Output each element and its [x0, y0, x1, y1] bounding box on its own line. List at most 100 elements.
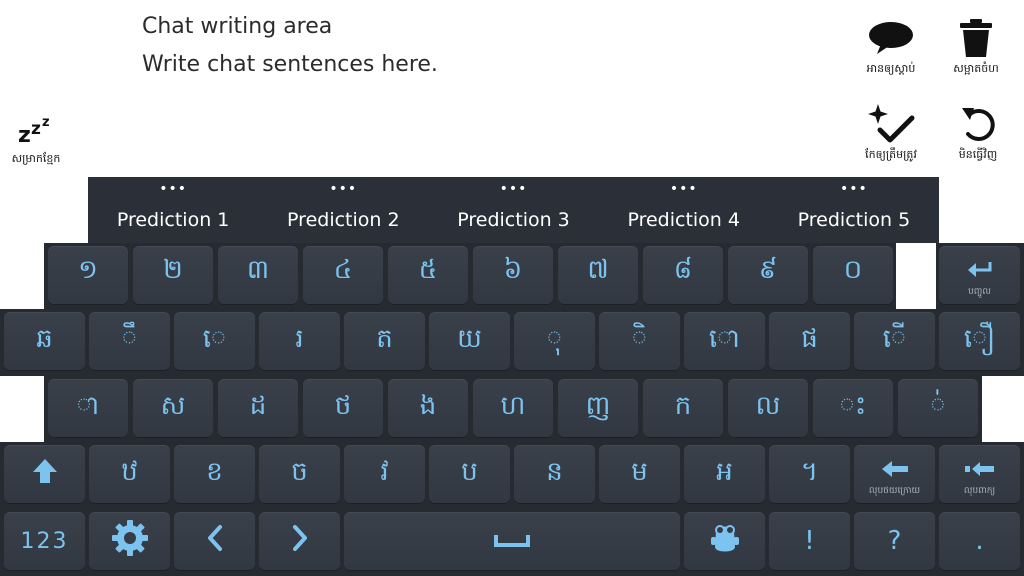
prediction-options-icon[interactable]: •••: [88, 181, 258, 197]
key-letter[interactable]: ើ: [854, 312, 935, 370]
key-letter[interactable]: ន: [514, 445, 595, 503]
backspace-arrow-icon: [880, 456, 910, 486]
speak-button[interactable]: អានឲ្យស្ដាប់: [865, 16, 917, 78]
key-letter[interactable]: អ: [684, 445, 765, 503]
key-letter[interactable]: ះ: [813, 379, 893, 437]
backspace-label: លុបថយក្រោយ: [868, 486, 921, 496]
key-letter[interactable]: ង: [388, 379, 468, 437]
chevron-right-icon: [290, 524, 310, 559]
prediction-bar: ••• Prediction 1 ••• Prediction 2 ••• Pr…: [88, 177, 939, 243]
key-letter[interactable]: រ: [259, 312, 340, 370]
key-letter[interactable]: ល: [728, 379, 808, 437]
prediction-label: Prediction 3: [457, 209, 570, 231]
chat-area-title: Chat writing area: [142, 14, 333, 39]
correct-label: កែឲ្យត្រឹមត្រូវ: [865, 148, 917, 161]
sparkle-check-icon: [865, 102, 917, 146]
enter-key[interactable]: បញ្ចូល: [939, 246, 1020, 304]
shift-arrow-icon: [31, 457, 59, 492]
shift-key[interactable]: [4, 445, 85, 503]
key-letter[interactable]: ុ: [514, 312, 595, 370]
prediction-options-icon[interactable]: •••: [258, 181, 428, 197]
backspace-key[interactable]: លុបថយក្រោយ: [854, 445, 935, 503]
key-letter[interactable]: ត: [344, 312, 425, 370]
key-digit[interactable]: ៧: [558, 246, 638, 304]
key-letter[interactable]: ផ: [769, 312, 850, 370]
key-digit[interactable]: ៩: [728, 246, 808, 304]
prediction-label: Prediction 4: [627, 209, 740, 231]
clear-label: សម្អាតចំហ: [953, 62, 999, 75]
space-bar-icon: [492, 526, 532, 556]
key-letter[interactable]: េ: [174, 312, 255, 370]
key-letter[interactable]: ិ: [599, 312, 680, 370]
delete-word-key[interactable]: លុបពាក្យ: [939, 445, 1020, 503]
undo-button[interactable]: មិនធ្វើវិញ: [952, 102, 1004, 164]
undo-label: មិនធ្វើវិញ: [958, 148, 998, 161]
speech-bubble-icon: [865, 16, 917, 60]
clear-button[interactable]: សម្អាតចំហ: [950, 16, 1002, 78]
numbers-key[interactable]: 123: [4, 512, 85, 570]
enter-label: បញ្ចូល: [968, 287, 991, 297]
key-letter[interactable]: ា: [48, 379, 128, 437]
delete-word-label: លុបពាក្យ: [963, 486, 996, 496]
prediction-2[interactable]: ••• Prediction 2: [258, 177, 428, 243]
prediction-label: Prediction 5: [797, 209, 911, 231]
chat-input-area[interactable]: Write chat sentences here.: [142, 52, 438, 77]
prediction-3[interactable]: ••• Prediction 3: [428, 177, 598, 243]
key-digit[interactable]: ២: [133, 246, 213, 304]
prediction-4[interactable]: ••• Prediction 4: [599, 177, 769, 243]
prediction-1[interactable]: ••• Prediction 1: [88, 177, 258, 243]
sleep-button[interactable]: z z z សម្រាកខ្មែក: [10, 106, 62, 168]
key-letter[interactable]: ដ: [218, 379, 298, 437]
gear-icon: [110, 518, 150, 565]
emoji-key[interactable]: [684, 512, 765, 570]
prediction-5[interactable]: ••• Prediction 5: [769, 177, 939, 243]
key-letter[interactable]: ។: [769, 445, 850, 503]
enter-arrow-icon: [966, 257, 994, 287]
prediction-label: Prediction 1: [116, 209, 230, 231]
key-digit[interactable]: ៤: [303, 246, 383, 304]
prediction-options-icon[interactable]: •••: [428, 181, 598, 197]
exclamation-key[interactable]: !: [769, 512, 850, 570]
space-key[interactable]: [344, 512, 680, 570]
correct-button[interactable]: កែឲ្យត្រឹមត្រូវ: [865, 102, 917, 164]
delete-word-icon: [964, 456, 996, 486]
period-key[interactable]: .: [939, 512, 1020, 570]
mascot-icon: [710, 521, 740, 562]
prediction-options-icon[interactable]: •••: [769, 181, 939, 197]
key-letter[interactable]: ម: [599, 445, 680, 503]
question-key[interactable]: ?: [854, 512, 935, 570]
key-letter[interactable]: វ: [344, 445, 425, 503]
key-letter[interactable]: ស: [133, 379, 213, 437]
key-letter[interactable]: ហ: [473, 379, 553, 437]
key-letter[interactable]: ក: [643, 379, 723, 437]
key-digit[interactable]: ០: [813, 246, 893, 304]
key-letter[interactable]: ឆ: [4, 312, 85, 370]
undo-icon: [952, 102, 1004, 146]
key-letter[interactable]: ខ: [174, 445, 255, 503]
app-root: Chat writing area Write chat sentences h…: [0, 0, 1024, 576]
chevron-left-icon: [205, 524, 225, 559]
key-digit[interactable]: ១: [48, 246, 128, 304]
key-letter[interactable]: ឋ: [89, 445, 170, 503]
svg-text:z: z: [42, 115, 50, 130]
key-digit[interactable]: ៥: [388, 246, 468, 304]
cursor-right-key[interactable]: [259, 512, 340, 570]
trash-icon: [950, 16, 1002, 60]
key-letter[interactable]: ់: [898, 379, 978, 437]
key-letter[interactable]: ឿ: [939, 312, 1020, 370]
key-letter[interactable]: ញ: [558, 379, 638, 437]
zzz-icon: z z z: [10, 106, 62, 150]
key-letter[interactable]: ថ: [303, 379, 383, 437]
key-letter[interactable]: ប: [429, 445, 510, 503]
key-digit[interactable]: ៨: [643, 246, 723, 304]
key-letter[interactable]: ច: [259, 445, 340, 503]
key-digit[interactable]: ៦: [473, 246, 553, 304]
key-letter[interactable]: ឹ: [89, 312, 170, 370]
cursor-left-key[interactable]: [174, 512, 255, 570]
key-letter[interactable]: ោ: [684, 312, 765, 370]
prediction-options-icon[interactable]: •••: [599, 181, 769, 197]
settings-key[interactable]: [89, 512, 170, 570]
svg-text:z: z: [31, 119, 41, 139]
key-digit[interactable]: ៣: [218, 246, 298, 304]
key-letter[interactable]: យ: [429, 312, 510, 370]
